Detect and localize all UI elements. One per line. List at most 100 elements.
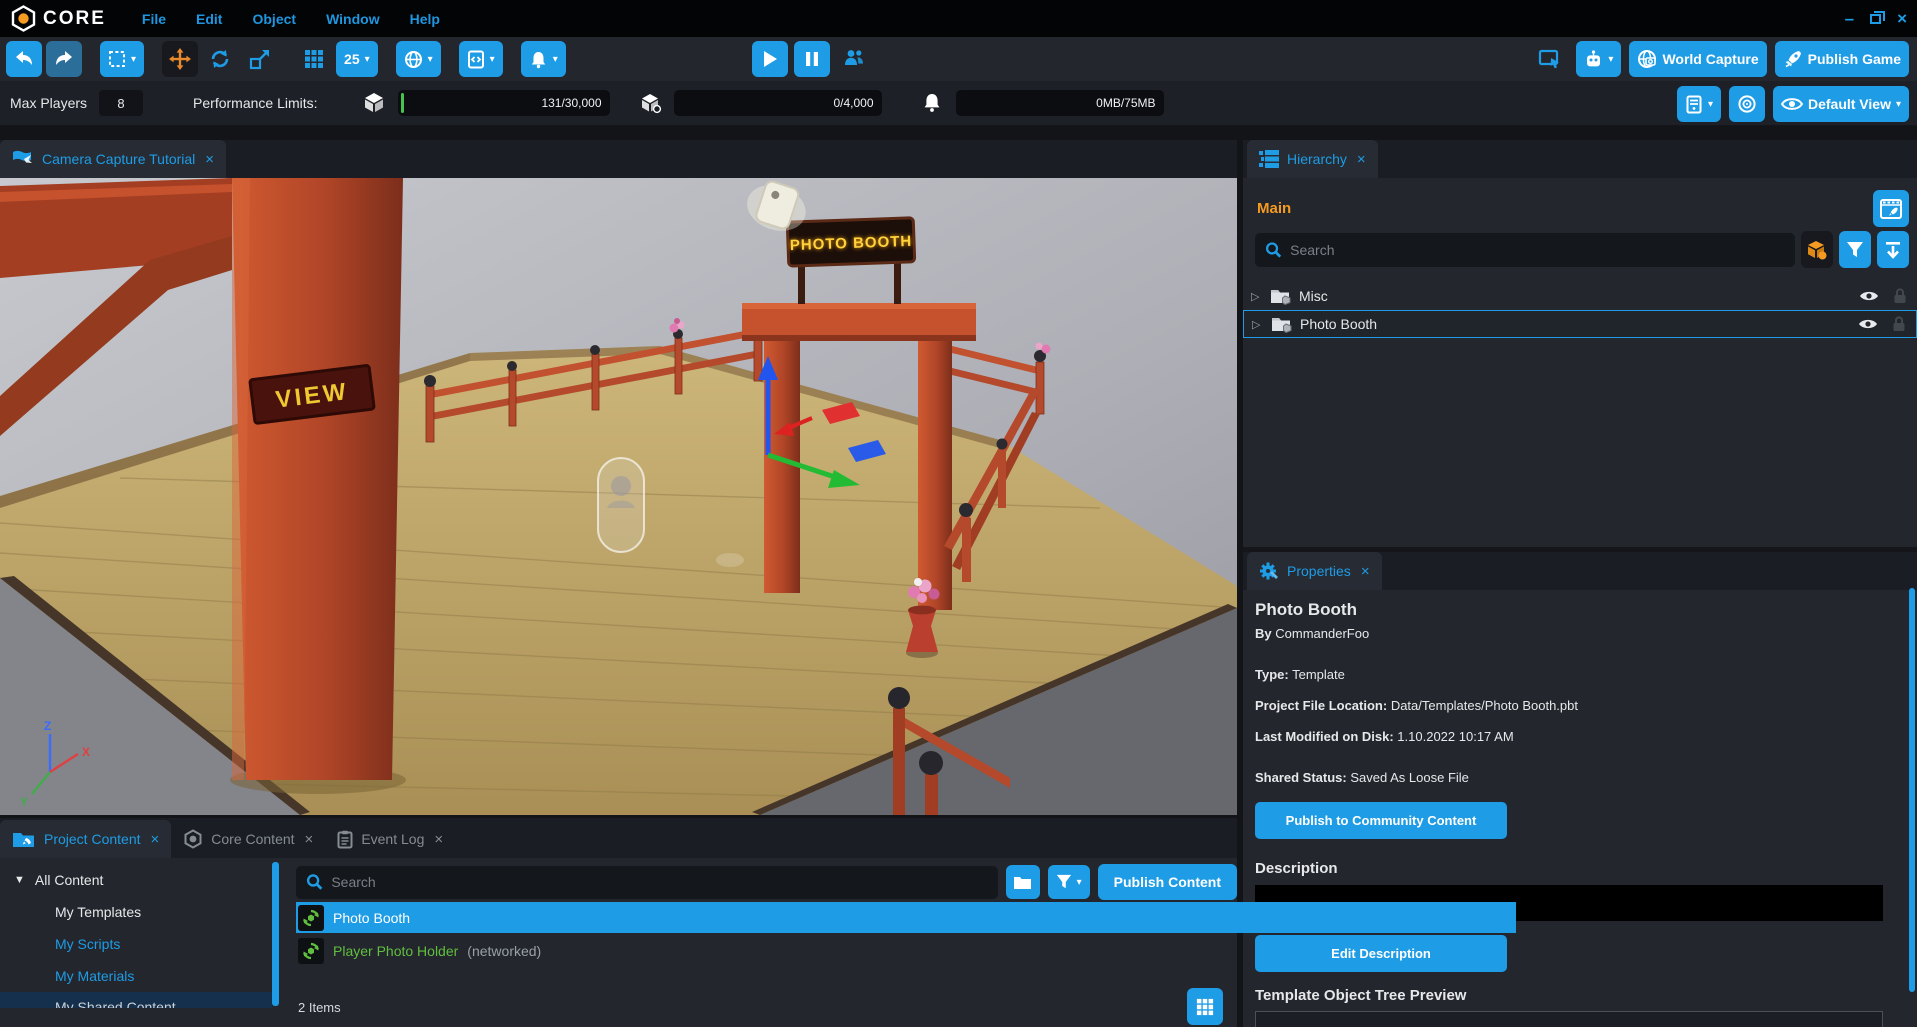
scale-tool-button[interactable]	[242, 41, 278, 77]
tab-core-content[interactable]: Core Content ×	[171, 820, 325, 858]
selection-mode-dropdown[interactable]: ▾	[100, 41, 144, 77]
menu-object[interactable]: Object	[252, 11, 296, 27]
expand-caret-icon[interactable]: ▷	[1252, 318, 1264, 331]
scene-root-label[interactable]: Main	[1257, 200, 1291, 217]
menu-edit[interactable]: Edit	[196, 11, 222, 27]
publish-game-button[interactable]: Publish Game	[1775, 41, 1909, 77]
content-search-input[interactable]	[331, 874, 987, 890]
script-dropdown[interactable]: ▾	[459, 41, 503, 77]
scene-flag-icon	[12, 150, 34, 168]
screen-capture-button[interactable]	[1532, 41, 1568, 77]
properties-title: Photo Booth	[1255, 600, 1883, 620]
redo-button[interactable]	[46, 41, 82, 77]
marquee-select-icon	[108, 50, 126, 68]
tab-project-content[interactable]: Project Content ×	[0, 820, 171, 858]
publish-content-button[interactable]: Publish Content	[1098, 864, 1237, 900]
close-properties-tab-icon[interactable]: ×	[1361, 563, 1370, 580]
svg-text:X: X	[82, 745, 90, 759]
tree-item-my-templates[interactable]: My Templates	[0, 896, 272, 928]
tab-properties[interactable]: Properties ×	[1247, 552, 1382, 590]
rotate-tool-button[interactable]	[202, 41, 238, 77]
hierarchy-row-photo-booth[interactable]: ▷ Photo Booth	[1243, 310, 1917, 338]
save-dropdown[interactable]: ▾	[1677, 86, 1721, 122]
event-object-dropdown[interactable]: ▾	[521, 41, 566, 77]
tree-item-my-shared-content[interactable]: My Shared Content	[0, 992, 272, 1008]
multiplayer-preview-button[interactable]	[836, 41, 872, 77]
open-folder-button[interactable]	[1006, 865, 1040, 899]
content-item-photo-booth[interactable]: Photo Booth	[296, 902, 1516, 933]
close-viewport-tab-icon[interactable]: ×	[205, 151, 214, 168]
description-label: Description	[1255, 860, 1883, 877]
move-tool-button[interactable]	[162, 41, 198, 77]
max-players-input[interactable]	[99, 90, 143, 116]
restore-icon[interactable]	[1870, 14, 1881, 24]
expand-caret-icon[interactable]: ▷	[1251, 290, 1263, 303]
tree-item-my-materials[interactable]: My Materials	[0, 960, 272, 992]
multiplayer-icon	[842, 48, 866, 70]
move-icon	[169, 48, 191, 70]
bot-mode-dropdown[interactable]: ▾	[1576, 41, 1621, 77]
viewport-panel: Camera Capture Tutorial ×	[0, 140, 1237, 815]
hierarchy-icon	[1259, 150, 1279, 168]
hierarchy-row-misc[interactable]: ▷ Misc	[1243, 282, 1917, 310]
template-tree-preview-label: Template Object Tree Preview	[1255, 987, 1883, 1004]
pause-button[interactable]	[794, 41, 830, 77]
menu-file[interactable]: File	[142, 11, 166, 27]
tree-open-caret-icon[interactable]: ▼	[14, 874, 25, 886]
hierarchy-filter-button[interactable]	[1839, 231, 1871, 268]
photo-booth-sign: PHOTO BOOTH	[787, 218, 914, 266]
hierarchy-search[interactable]	[1255, 233, 1795, 267]
close-project-content-tab-icon[interactable]: ×	[151, 831, 160, 848]
lock-icon[interactable]	[1893, 288, 1907, 304]
world-capture-button[interactable]: World Capture	[1629, 41, 1766, 77]
close-event-log-tab-icon[interactable]: ×	[434, 831, 443, 848]
lock-icon[interactable]	[1892, 316, 1906, 332]
properties-gear-icon	[1259, 561, 1279, 581]
close-core-content-tab-icon[interactable]: ×	[305, 831, 314, 848]
bell-icon	[529, 50, 548, 69]
scene-capture-button[interactable]	[1873, 190, 1909, 227]
publish-community-content-button[interactable]: Publish to Community Content	[1255, 802, 1507, 839]
close-hierarchy-tab-icon[interactable]: ×	[1357, 151, 1366, 168]
filter-icon	[1056, 874, 1072, 890]
robot-icon	[1584, 49, 1603, 69]
grid-icon	[304, 49, 324, 69]
tab-event-log[interactable]: Event Log ×	[325, 820, 455, 858]
objects-meter-icon	[362, 91, 386, 115]
tree-scrollbar[interactable]	[272, 862, 279, 1006]
hierarchy-panel: Main	[1243, 178, 1917, 547]
terrain-dropdown[interactable]: ▾	[396, 41, 441, 77]
rocket-icon	[1783, 49, 1803, 69]
menu-window[interactable]: Window	[326, 11, 380, 27]
undo-button[interactable]	[6, 41, 42, 77]
tree-item-my-scripts[interactable]: My Scripts	[0, 928, 272, 960]
orange-cube-icon	[1806, 239, 1828, 261]
play-button[interactable]	[752, 41, 788, 77]
tab-camera-capture-tutorial[interactable]: Camera Capture Tutorial ×	[0, 140, 226, 178]
globe-icon	[404, 50, 423, 69]
grid-size-dropdown[interactable]: 25 ▾	[336, 41, 378, 77]
hierarchy-search-input[interactable]	[1290, 242, 1785, 258]
properties-scrollbar[interactable]	[1909, 588, 1915, 992]
status-toolbar: Max Players Performance Limits: 131/30,0…	[0, 81, 1917, 126]
viewport-canvas[interactable]: PHOTO BOOTH	[0, 178, 1237, 815]
focus-target-button[interactable]	[1729, 86, 1765, 122]
content-search[interactable]	[296, 866, 998, 899]
default-view-dropdown[interactable]: Default View ▾	[1773, 86, 1909, 122]
view-mode-grid-button[interactable]	[1187, 988, 1223, 1025]
visibility-eye-icon[interactable]	[1858, 317, 1878, 331]
menu-help[interactable]: Help	[410, 11, 440, 27]
snap-grid-button[interactable]	[296, 41, 332, 77]
tab-hierarchy[interactable]: Hierarchy ×	[1247, 140, 1378, 178]
memory-meter: 0MB/75MB	[956, 90, 1164, 116]
visibility-eye-icon[interactable]	[1859, 289, 1879, 303]
close-button[interactable]: ×	[1897, 10, 1907, 27]
content-item-player-photo-holder[interactable]: Player Photo Holder (networked)	[296, 935, 1516, 966]
minimize-button[interactable]: –	[1845, 10, 1854, 27]
collapse-all-button[interactable]	[1877, 231, 1909, 268]
networked-meter-icon	[638, 91, 662, 115]
tree-item-all-content[interactable]: ▼ All Content	[0, 864, 272, 896]
new-object-button[interactable]	[1801, 231, 1833, 268]
content-filter-dropdown[interactable]: ▾	[1048, 865, 1090, 899]
redo-icon	[54, 50, 74, 68]
